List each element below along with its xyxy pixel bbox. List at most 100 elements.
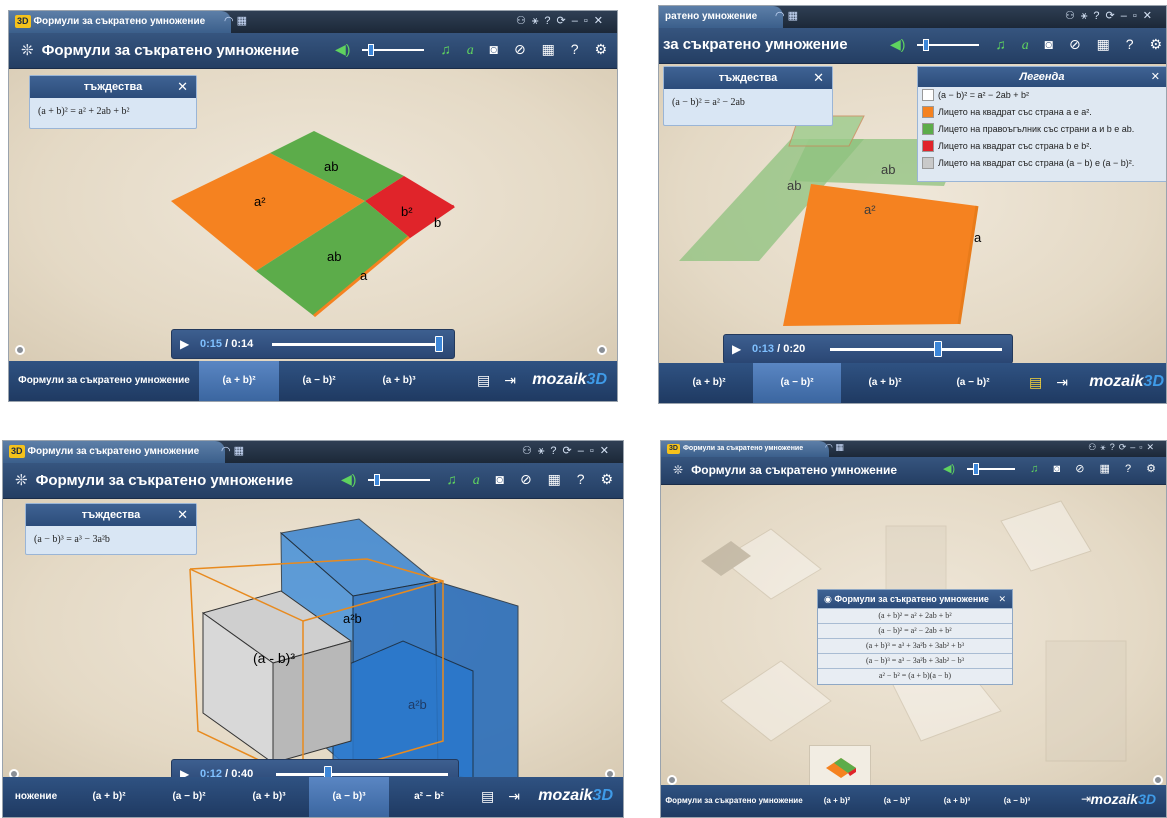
menu-sun-icon[interactable]: ❊ — [673, 463, 683, 477]
close-icon[interactable]: ✕ — [813, 67, 824, 89]
caption-icon[interactable]: a — [473, 473, 480, 488]
tab-a-minus-b-squared[interactable]: (a − b)² — [279, 361, 359, 401]
progress-track[interactable] — [272, 343, 442, 346]
camera-icon[interactable]: ◙ — [1053, 463, 1060, 475]
camera-icon[interactable]: ◙ — [496, 471, 504, 487]
link-icon[interactable]: ⊘ — [1069, 36, 1081, 52]
window-tab[interactable]: ратено умножение — [659, 6, 784, 28]
close-icon[interactable]: ✕ — [998, 590, 1006, 608]
settings-icon[interactable]: ⚙ — [1146, 463, 1156, 475]
app-logo-icon: 3D — [15, 15, 31, 28]
thumbnail-button[interactable] — [809, 745, 871, 789]
menu-item[interactable]: (a − b)² = a² − 2ab + b² — [818, 623, 1012, 638]
music-icon[interactable]: ♫ — [1030, 463, 1038, 475]
window-tab[interactable]: 3D Формули за съкратено умножение — [9, 11, 232, 33]
menu-item[interactable]: (a + b)³ = a³ + 3a²b + 3ab² + b³ — [818, 638, 1012, 653]
volume-slider[interactable] — [362, 43, 425, 57]
menu-item[interactable]: a² − b² = (a + b)(a − b) — [818, 668, 1012, 683]
help-icon[interactable]: ? — [1125, 463, 1131, 475]
progress-knob[interactable] — [934, 341, 943, 357]
close-icon[interactable]: ✕ — [177, 76, 188, 98]
tab-a-minus-b-squared[interactable]: (a − b)² — [753, 363, 841, 403]
link-icon[interactable]: ⊘ — [520, 471, 532, 487]
window-controls[interactable]: ⚇⚹?⟳–▫✕ — [1065, 9, 1158, 23]
speaker-icon[interactable]: ◀) — [341, 471, 356, 487]
grid-icon[interactable]: ▦ — [542, 41, 555, 57]
document-icon[interactable]: ▤ — [481, 788, 494, 804]
progress-track[interactable] — [276, 773, 448, 776]
tab-a-minus-b-squared[interactable]: (a − b)² — [867, 785, 927, 817]
window-tab[interactable]: 3D Формули за съкратено умножение — [3, 441, 226, 463]
music-icon[interactable]: ♫ — [440, 41, 451, 57]
tab-a-plus-b-cubed[interactable]: (a + b)³ — [359, 361, 439, 401]
progress-track[interactable] — [830, 348, 1002, 351]
help-icon[interactable]: ? — [577, 471, 585, 487]
help-icon[interactable]: ? — [1126, 36, 1134, 52]
caption-icon[interactable]: a — [467, 43, 474, 58]
speaker-icon[interactable]: ◀) — [890, 36, 905, 52]
window-controls[interactable]: ⚇⚹?⟳–▫✕ — [522, 444, 615, 458]
tab-formulas[interactable]: Формули за съкратено умножение — [9, 361, 199, 401]
help-icon[interactable]: ? — [571, 41, 579, 57]
document-icon[interactable]: ▤ — [1029, 374, 1042, 390]
music-icon[interactable]: ♫ — [446, 471, 457, 487]
grid-icon[interactable]: ▦ — [1097, 36, 1110, 52]
speaker-icon[interactable]: ◀) — [335, 41, 350, 57]
tab-a-plus-b-squared[interactable]: (a + b)² — [199, 361, 279, 401]
play-icon[interactable]: ▶ — [732, 342, 741, 356]
menu-item[interactable]: (a − b)³ = a³ − 3a²b + 3ab² − b³ — [818, 653, 1012, 668]
play-icon[interactable]: ▶ — [180, 337, 189, 351]
menu-sun-icon[interactable]: ❊ — [21, 42, 34, 59]
close-icon[interactable]: ✕ — [177, 504, 188, 526]
identities-box[interactable]: тъждества ✕ (a − b)² = a² − 2ab — [663, 66, 833, 126]
exit-icon[interactable]: ⇥ — [1081, 792, 1091, 806]
tab-difference-of-squares[interactable]: a² − b² — [389, 777, 469, 817]
tab-a-plus-b-cubed[interactable]: (a + b)² — [841, 363, 929, 403]
window-controls[interactable]: ⚇⚹?⟳–▫✕ — [516, 14, 609, 28]
speaker-icon[interactable]: ◀) — [943, 463, 955, 475]
window-controls[interactable]: ⚇⚹?⟳–▫✕ — [1088, 442, 1158, 453]
tab-formulas[interactable]: Формули за съкратено умножение — [661, 785, 807, 817]
settings-icon[interactable]: ⚙ — [600, 471, 613, 487]
camera-icon[interactable]: ◙ — [1045, 36, 1053, 52]
close-icon[interactable]: ✕ — [1151, 67, 1160, 87]
exit-icon[interactable]: ⇥ — [508, 788, 520, 804]
window-tab[interactable]: 3D Формули за съкратено умножение — [661, 441, 830, 457]
formulas-menu[interactable]: ◉ Формули за съкратено умножение ✕ (a + b… — [817, 589, 1013, 685]
link-icon[interactable]: ⊘ — [514, 41, 526, 57]
identities-box[interactable]: тъждества ✕ (a + b)² = a² + 2ab + b² — [29, 75, 197, 129]
tab-a-minus-b-cubed[interactable]: (a − b)³ — [309, 777, 389, 817]
tab-a-plus-b-cubed[interactable]: (a + b)³ — [229, 777, 309, 817]
rotate-right-handle[interactable] — [1153, 775, 1163, 785]
volume-slider[interactable] — [368, 473, 431, 487]
rotate-right-handle[interactable] — [597, 345, 607, 355]
rotate-left-handle[interactable] — [667, 775, 677, 785]
exit-icon[interactable]: ⇥ — [504, 372, 516, 388]
grid-icon[interactable]: ▦ — [1099, 463, 1109, 475]
tab-a-plus-b-squared[interactable]: (a + b)² — [665, 363, 753, 403]
menu-item[interactable]: (a + b)² = a² + 2ab + b² — [818, 608, 1012, 623]
music-icon[interactable]: ♫ — [995, 36, 1006, 52]
rotate-left-handle[interactable] — [15, 345, 25, 355]
camera-icon[interactable]: ◙ — [490, 41, 498, 57]
tab-a-minus-b-cubed[interactable]: (a − b)² — [929, 363, 1017, 403]
tab-a-plus-b-squared[interactable]: (a + b)² — [69, 777, 149, 817]
settings-icon[interactable]: ⚙ — [594, 41, 607, 57]
legend-box[interactable]: Легенда ✕ (a − b)² = a² − 2ab + b² Лицето… — [917, 66, 1166, 182]
caption-icon[interactable]: a — [1022, 38, 1029, 53]
settings-icon[interactable]: ⚙ — [1149, 36, 1162, 52]
identities-box[interactable]: тъждества ✕ (a − b)³ = a³ − 3a²b — [25, 503, 197, 555]
tab-formulas[interactable]: ножение — [3, 777, 69, 817]
tab-a-minus-b-squared[interactable]: (a − b)² — [149, 777, 229, 817]
volume-slider[interactable] — [917, 38, 980, 52]
progress-knob[interactable] — [434, 336, 443, 352]
grid-icon[interactable]: ▦ — [548, 471, 561, 487]
link-icon[interactable]: ⊘ — [1075, 463, 1084, 475]
tab-a-plus-b-cubed[interactable]: (a + b)³ — [927, 785, 987, 817]
tab-a-minus-b-cubed[interactable]: (a − b)³ — [987, 785, 1047, 817]
document-icon[interactable]: ▤ — [477, 372, 490, 388]
volume-slider[interactable] — [967, 462, 1016, 476]
exit-icon[interactable]: ⇥ — [1056, 374, 1068, 390]
tab-a-plus-b-squared[interactable]: (a + b)² — [807, 785, 867, 817]
menu-sun-icon[interactable]: ❊ — [15, 472, 28, 489]
